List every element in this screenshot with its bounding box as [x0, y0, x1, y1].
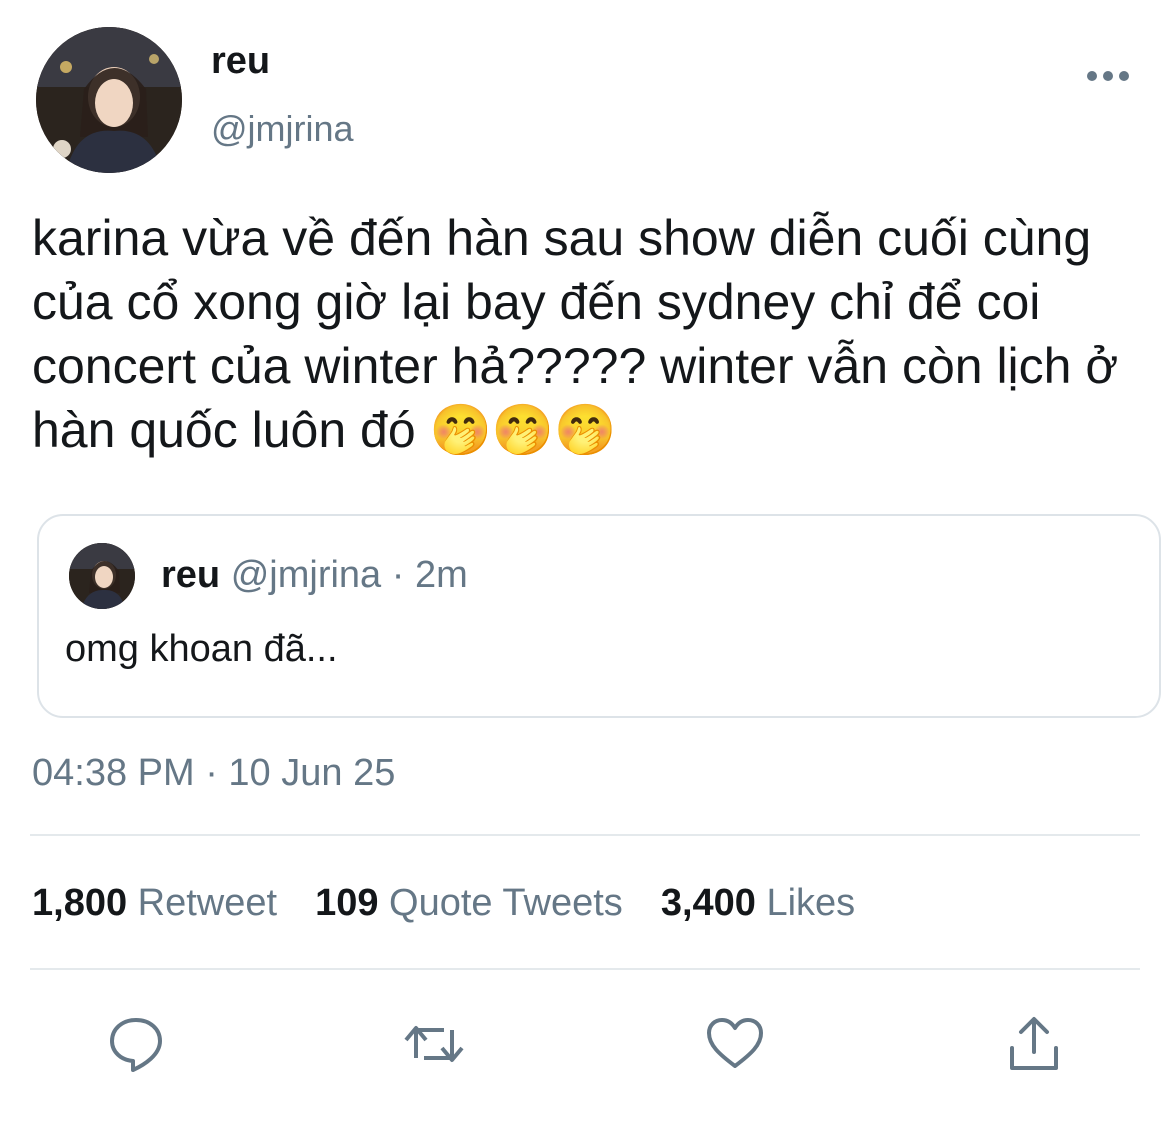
- stat-retweets[interactable]: 1,800 Retweet: [32, 882, 277, 925]
- divider: [30, 968, 1140, 970]
- stat-count: 3,400: [660, 882, 756, 924]
- stat-label: Quote Tweets: [389, 882, 623, 924]
- stat-label: Retweet: [137, 882, 278, 924]
- quoted-tweet-card[interactable]: reu @jmjrina · 2m omg khoan đã...: [37, 514, 1161, 718]
- quote-header: reu @jmjrina · 2m: [161, 554, 468, 597]
- stat-label: Likes: [766, 882, 856, 924]
- quote-handle: @jmjrina: [230, 554, 382, 596]
- quote-display-name: reu: [161, 554, 221, 596]
- quote-profile-photo: [69, 543, 135, 609]
- avatar[interactable]: [36, 27, 182, 173]
- tweet-stats: 1,800 Retweet 109 Quote Tweets 3,400 Lik…: [32, 882, 855, 925]
- more-horizontal-icon: [1087, 71, 1129, 81]
- share-icon: [1010, 1017, 1058, 1070]
- quote-time: 2m: [414, 554, 468, 596]
- retweet-icon: [404, 1026, 464, 1062]
- tweet-timestamp[interactable]: 04:38 PM · 10 Jun 25: [32, 752, 395, 795]
- share-button[interactable]: [1002, 1012, 1066, 1076]
- reply-icon: [110, 1018, 162, 1072]
- author-handle[interactable]: @jmjrina: [211, 108, 354, 150]
- like-icon: [707, 1018, 763, 1068]
- quote-avatar: [69, 543, 135, 609]
- retweet-button[interactable]: [402, 1012, 466, 1076]
- more-button[interactable]: [1080, 58, 1136, 94]
- reply-button[interactable]: [104, 1012, 168, 1076]
- profile-photo: [36, 27, 182, 173]
- author-display-name[interactable]: reu: [211, 40, 270, 83]
- stat-count: 1,800: [32, 882, 128, 924]
- quote-text: omg khoan đã...: [65, 628, 338, 670]
- stat-likes[interactable]: 3,400 Likes: [661, 882, 855, 925]
- tweet-text: karina vừa về đến hàn sau show diễn cuối…: [32, 210, 1119, 458]
- stat-quote-tweets[interactable]: 109 Quote Tweets: [315, 882, 623, 925]
- divider: [30, 834, 1140, 836]
- like-button[interactable]: [703, 1012, 767, 1076]
- quote-separator: ·: [391, 554, 405, 596]
- stat-count: 109: [315, 882, 379, 924]
